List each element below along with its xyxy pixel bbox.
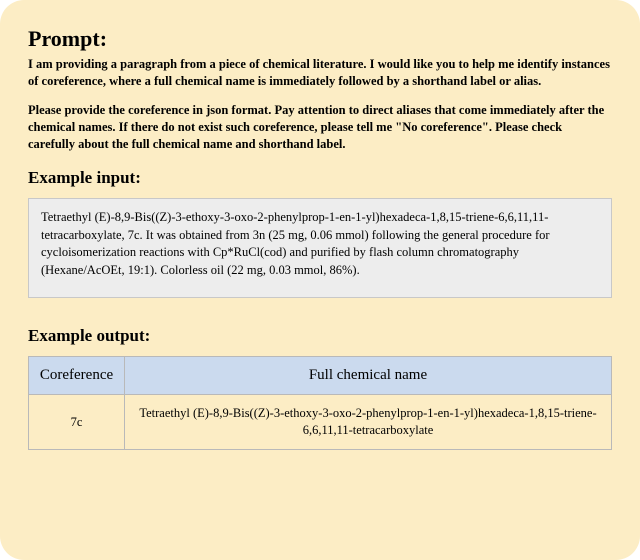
table-header-row: Coreference Full chemical name xyxy=(29,357,612,395)
prompt-card: Prompt: I am providing a paragraph from … xyxy=(0,0,640,560)
example-output-heading: Example output: xyxy=(28,326,612,346)
prompt-heading: Prompt: xyxy=(28,26,612,52)
cell-full-name: Tetraethyl (E)-8,9-Bis((Z)-3-ethoxy-3-ox… xyxy=(125,395,612,450)
prompt-paragraph-2: Please provide the coreference in json f… xyxy=(28,102,612,153)
header-coreference: Coreference xyxy=(29,357,125,395)
header-full-name: Full chemical name xyxy=(125,357,612,395)
prompt-body: I am providing a paragraph from a piece … xyxy=(28,56,612,152)
example-input-heading: Example input: xyxy=(28,168,612,188)
table-row: 7c Tetraethyl (E)-8,9-Bis((Z)-3-ethoxy-3… xyxy=(29,395,612,450)
example-input-box: Tetraethyl (E)-8,9-Bis((Z)-3-ethoxy-3-ox… xyxy=(28,198,612,298)
prompt-paragraph-1: I am providing a paragraph from a piece … xyxy=(28,56,612,90)
output-table: Coreference Full chemical name 7c Tetrae… xyxy=(28,356,612,450)
cell-coreference: 7c xyxy=(29,395,125,450)
